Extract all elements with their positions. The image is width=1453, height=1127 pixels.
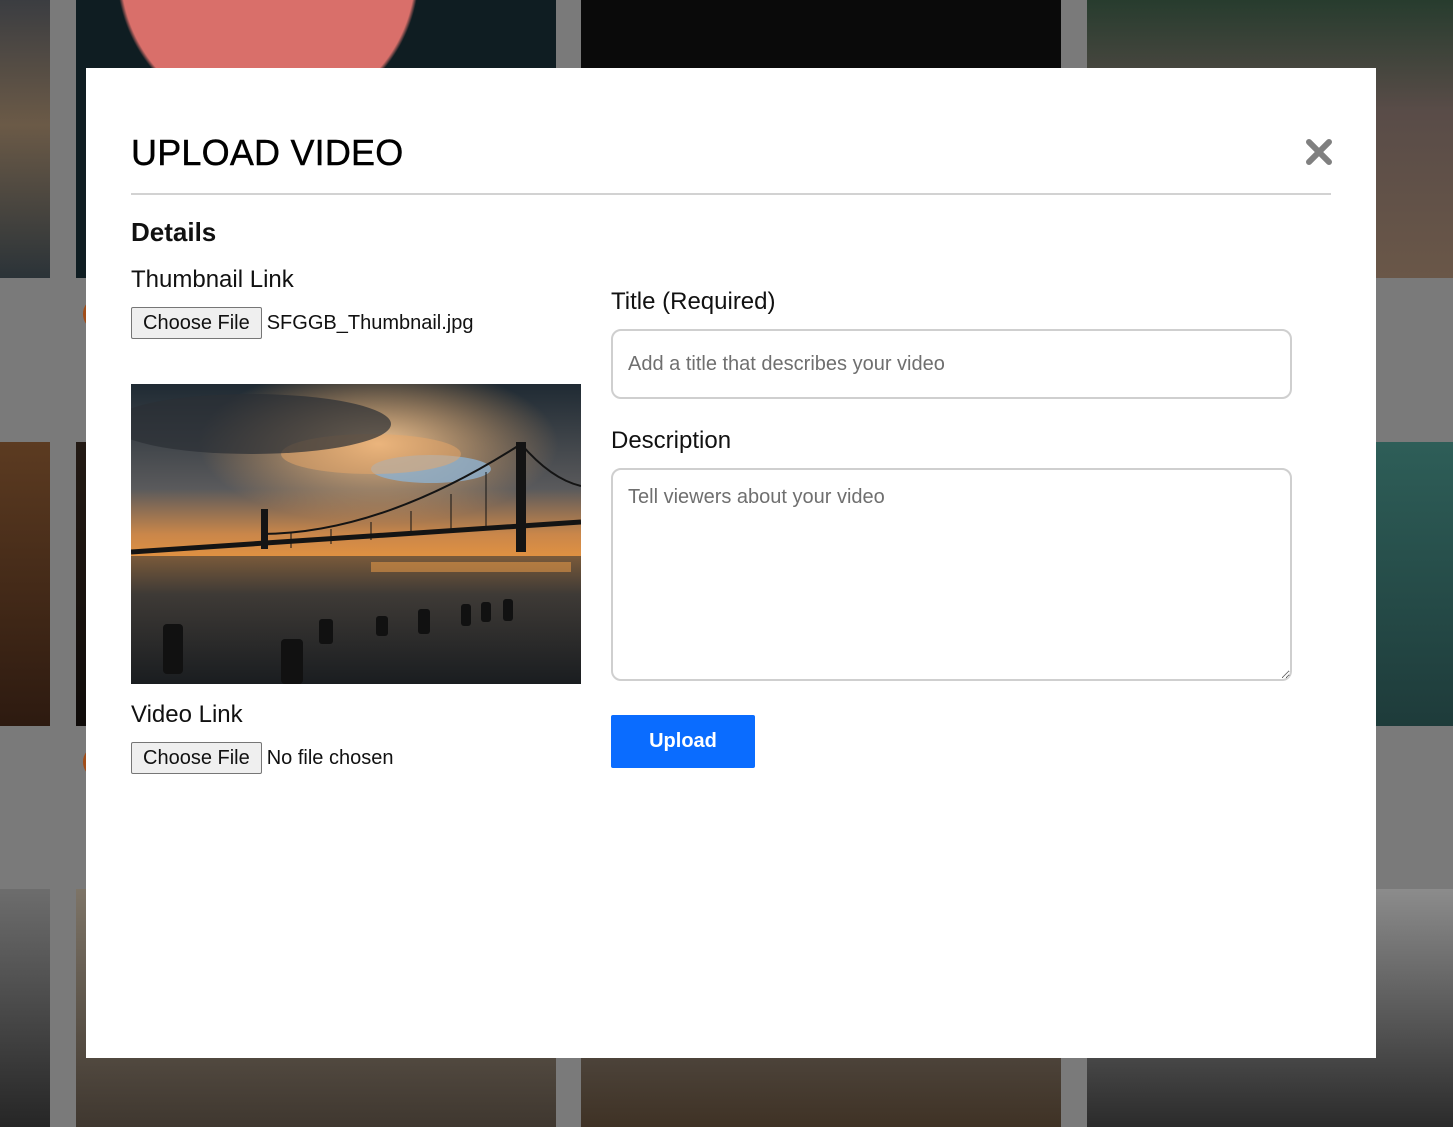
- description-textarea[interactable]: [611, 468, 1292, 681]
- video-choose-file-button[interactable]: Choose File: [131, 742, 262, 774]
- gallery-thumbnail[interactable]: [0, 442, 50, 726]
- header-divider: [131, 193, 1331, 195]
- gallery-thumbnail[interactable]: [0, 0, 50, 278]
- title-label: Title (Required): [611, 288, 776, 315]
- details-heading: Details: [131, 217, 217, 247]
- video-link-label: Video Link: [131, 701, 243, 728]
- upload-button[interactable]: Upload: [611, 715, 755, 768]
- gallery-thumbnail[interactable]: [1376, 442, 1453, 726]
- description-label: Description: [611, 427, 732, 454]
- thumbnail-file-name: SFGGB_Thumbnail.jpg: [266, 311, 474, 334]
- upload-video-modal: UPLOAD VIDEO Details Thumbnail Link Choo…: [86, 68, 1376, 1058]
- gallery-thumbnail[interactable]: [0, 889, 50, 1127]
- bridge-sunset-image: [131, 384, 581, 684]
- thumbnail-link-label: Thumbnail Link: [131, 266, 294, 293]
- close-button[interactable]: [1303, 136, 1335, 168]
- title-input[interactable]: [611, 329, 1292, 399]
- close-icon: [1306, 139, 1332, 165]
- modal-title: UPLOAD VIDEO: [131, 132, 404, 173]
- video-file-input: Choose File No file chosen: [131, 742, 393, 774]
- thumbnail-preview-image: [131, 384, 581, 684]
- video-file-name: No file chosen: [266, 746, 394, 769]
- thumbnail-choose-file-button[interactable]: Choose File: [131, 307, 262, 339]
- thumbnail-file-input: Choose File SFGGB_Thumbnail.jpg: [131, 307, 473, 339]
